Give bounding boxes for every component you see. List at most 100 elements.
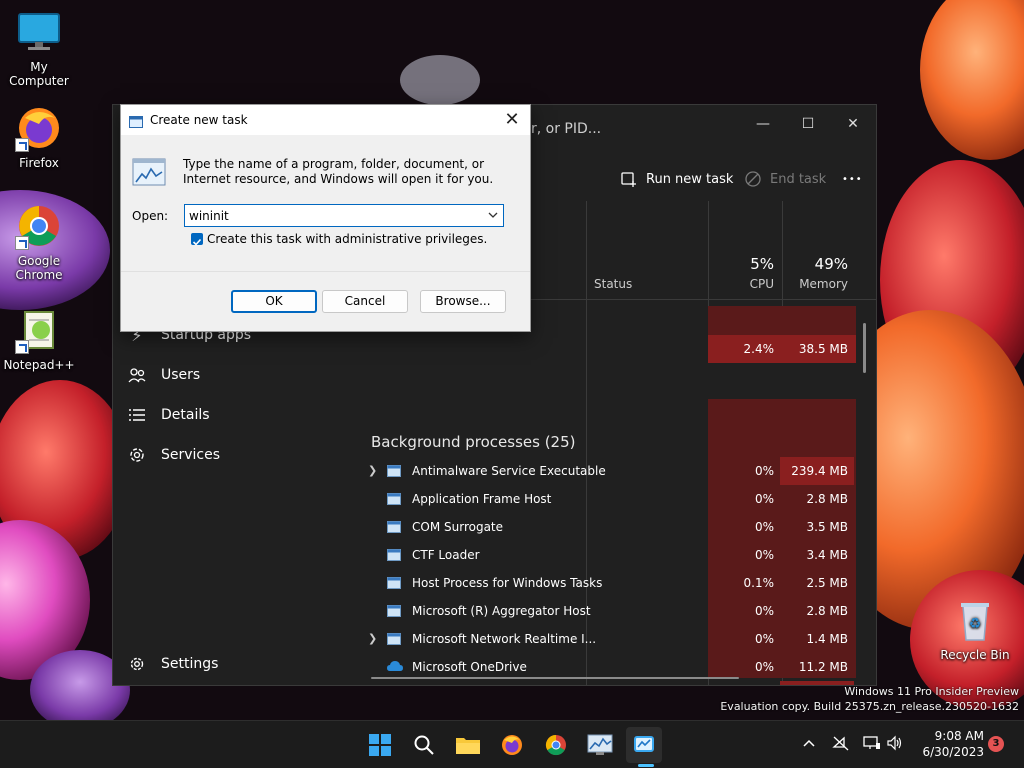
- process-name: Host Process for Windows Tasks: [412, 576, 603, 590]
- monitor-icon: [15, 8, 63, 56]
- process-memory: 2.8 MB: [806, 492, 848, 506]
- search-processes-input[interactable]: r, or PID...: [531, 113, 731, 145]
- start-button[interactable]: [362, 727, 398, 763]
- desktop-icon-label: My Computer: [9, 60, 69, 88]
- active-app-indicator: [638, 764, 654, 767]
- sidebar-item-label: Services: [161, 447, 221, 463]
- desktop-icon-notepad-plus-plus[interactable]: Notepad++: [0, 306, 78, 372]
- chevron-right-icon[interactable]: ❯: [368, 632, 378, 646]
- clock[interactable]: 9:08 AM 6/30/2023: [914, 728, 984, 760]
- process-memory: 11.2 MB: [798, 660, 848, 674]
- clock-date: 6/30/2023: [922, 745, 984, 759]
- status-column-header[interactable]: Status: [594, 277, 632, 291]
- dialog-description: Type the name of a program, folder, docu…: [183, 157, 494, 186]
- sidebar-item-settings[interactable]: Settings: [127, 646, 347, 682]
- table-row[interactable]: COM Surrogate 0% 3.5 MB: [358, 513, 858, 541]
- volume-icon[interactable]: [886, 735, 904, 753]
- details-icon: [127, 405, 147, 425]
- gear-icon: [127, 654, 147, 674]
- table-row[interactable]: Host Process for Windows Tasks 0.1% 2.5 MB: [358, 569, 858, 597]
- minimize-button[interactable]: —: [740, 109, 786, 139]
- task-manager-icon: [634, 736, 654, 752]
- chevron-down-icon[interactable]: [485, 207, 501, 224]
- more-options-button[interactable]: •••: [842, 163, 863, 195]
- process-name: Microsoft Network Realtime I...: [412, 632, 597, 646]
- table-row[interactable]: Microsoft (R) Aggregator Host 0% 2.8 MB: [358, 597, 858, 625]
- table-row[interactable]: ❯ Antimalware Service Executable 0% 239.4 M…: [358, 457, 858, 485]
- app-window-icon: [387, 632, 401, 646]
- network-disconnected-icon[interactable]: [832, 735, 850, 753]
- cancel-button[interactable]: Cancel: [322, 290, 408, 313]
- recycle-bin-icon: ♻: [951, 596, 999, 644]
- run-dialog-icon: [129, 113, 143, 128]
- desktop-icon-google-chrome[interactable]: Google Chrome: [0, 202, 78, 282]
- ok-button[interactable]: OK: [231, 290, 317, 313]
- dialog-title: Create new task: [150, 113, 248, 127]
- taskbar-resource-monitor[interactable]: [582, 727, 618, 763]
- desktop-icon-my-computer[interactable]: My Computer: [0, 8, 78, 88]
- taskbar-firefox[interactable]: [494, 727, 530, 763]
- search-button[interactable]: [406, 727, 442, 763]
- table-row[interactable]: 2.4% 38.5 MB: [358, 335, 858, 363]
- close-icon[interactable]: ✕: [498, 107, 526, 133]
- desktop-icon-firefox[interactable]: Firefox: [0, 104, 78, 170]
- table-row[interactable]: ❯ Microsoft Network Realtime I... 0% 1.4 MB: [358, 625, 858, 653]
- onedrive-cloud-icon: [387, 660, 403, 674]
- sidebar-item-users[interactable]: Users: [127, 357, 347, 393]
- desktop-icon-recycle-bin[interactable]: ♻ Recycle Bin: [936, 596, 1014, 662]
- services-icon: [127, 445, 147, 465]
- close-button[interactable]: ✕: [830, 109, 876, 139]
- sidebar-item-label: Settings: [161, 656, 219, 672]
- folder-icon: [456, 738, 480, 754]
- search-icon: [414, 735, 434, 755]
- shortcut-arrow-icon: [15, 138, 29, 152]
- taskbar: 9:08 AM 6/30/2023 3: [0, 720, 1024, 768]
- process-memory: 38.5 MB: [798, 342, 848, 356]
- notification-badge[interactable]: 3: [988, 736, 1004, 752]
- process-memory: 239.4 MB: [791, 464, 848, 478]
- maximize-button[interactable]: ☐: [785, 109, 831, 139]
- horizontal-scrollbar[interactable]: [371, 677, 739, 679]
- sidebar-item-details[interactable]: Details: [127, 397, 347, 433]
- open-combobox[interactable]: [184, 204, 504, 227]
- group-gap: [708, 363, 858, 399]
- process-cpu: 0%: [754, 632, 774, 646]
- vertical-scrollbar[interactable]: [863, 323, 866, 373]
- admin-privileges-label[interactable]: Create this task with administrative pri…: [207, 232, 487, 246]
- process-name: CTF Loader: [412, 548, 480, 562]
- desktop-icon-label: Firefox: [19, 156, 59, 170]
- sidebar-item-services[interactable]: Services: [127, 437, 347, 473]
- table-row[interactable]: CTF Loader 0% 3.4 MB: [358, 541, 858, 569]
- app-window-icon: [387, 492, 401, 506]
- windows-build-watermark: Windows 11 Pro Insider Preview Evaluatio…: [720, 684, 1019, 714]
- watermark-build: Evaluation copy. Build 25375.zn_release.…: [720, 700, 1019, 713]
- end-task-button[interactable]: End task: [744, 163, 826, 195]
- process-cpu: 0.1%: [743, 576, 775, 590]
- process-name: Antimalware Service Executable: [412, 464, 606, 478]
- process-memory: 1.4 MB: [806, 632, 848, 646]
- process-cpu: 0%: [754, 492, 774, 506]
- run-new-task-icon: [620, 170, 638, 188]
- display-network-icon[interactable]: [863, 735, 881, 753]
- process-cpu: 0%: [754, 464, 774, 478]
- sidebar-item-label: Users: [161, 367, 201, 383]
- memory-total-value: 49%: [814, 255, 848, 273]
- open-input[interactable]: [189, 207, 479, 224]
- run-new-task-button[interactable]: Run new task: [620, 163, 733, 195]
- chevron-up-icon[interactable]: [800, 735, 818, 753]
- create-new-task-dialog[interactable]: Create new task ✕ Type the name of a pro…: [120, 104, 531, 332]
- admin-privileges-checkbox[interactable]: [191, 233, 203, 246]
- table-row[interactable]: Application Frame Host 0% 2.8 MB: [358, 485, 858, 513]
- dialog-titlebar[interactable]: Create new task ✕: [121, 105, 530, 135]
- taskbar-file-explorer[interactable]: [450, 727, 486, 763]
- background-processes-group[interactable]: Background processes (25): [371, 433, 576, 451]
- taskbar-task-manager[interactable]: [626, 727, 662, 763]
- cpu-column-header[interactable]: CPU: [708, 277, 774, 291]
- chevron-right-icon[interactable]: ❯: [368, 464, 378, 478]
- taskbar-chrome[interactable]: [538, 727, 574, 763]
- open-label: Open:: [132, 209, 169, 223]
- process-cpu: 0%: [754, 660, 774, 674]
- memory-column-header[interactable]: Memory: [782, 277, 848, 291]
- process-cpu: 0%: [754, 548, 774, 562]
- browse-button[interactable]: Browse...: [420, 290, 506, 313]
